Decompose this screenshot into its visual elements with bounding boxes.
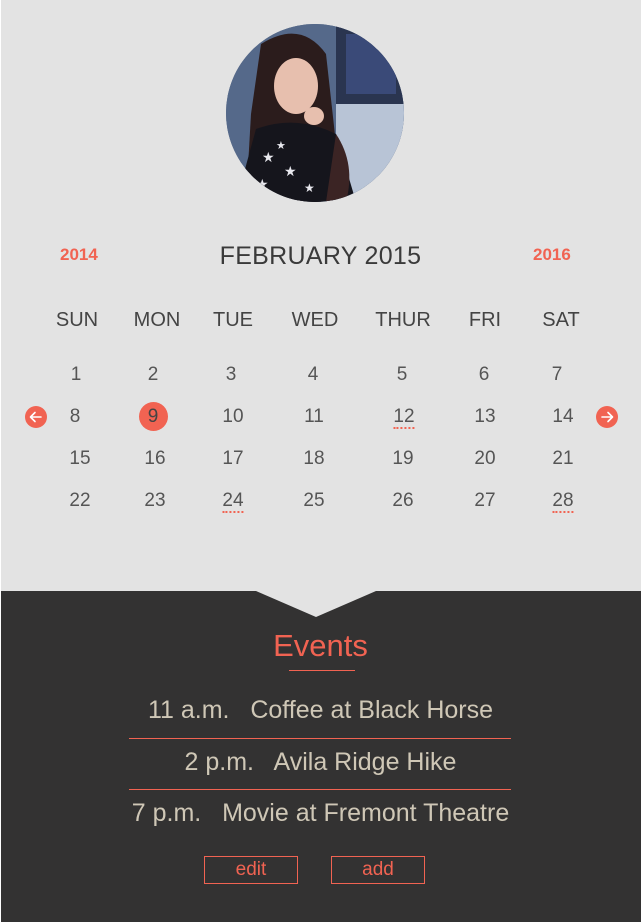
- day-cell[interactable]: 25: [303, 490, 324, 512]
- day-cell[interactable]: 13: [474, 406, 495, 428]
- weekday-tue: TUE: [213, 309, 253, 331]
- day-cell[interactable]: 10: [222, 406, 243, 428]
- event-divider: [129, 738, 511, 739]
- day-cell[interactable]: 11: [304, 406, 324, 428]
- day-cell-with-event[interactable]: 28: [552, 491, 574, 513]
- weekday-mon: MON: [133, 309, 181, 331]
- edit-button[interactable]: edit: [204, 856, 298, 884]
- day-cell[interactable]: 14: [552, 406, 573, 428]
- event-item[interactable]: 11 a.m. Coffee at Black Horse: [0, 696, 641, 725]
- events-title-underline: [289, 670, 355, 671]
- day-cell[interactable]: 8: [70, 406, 81, 428]
- day-cell[interactable]: 3: [226, 364, 237, 386]
- event-time: 2 p.m.: [184, 748, 255, 776]
- events-title: Events: [273, 628, 368, 663]
- day-cell[interactable]: 16: [144, 448, 165, 470]
- day-cell[interactable]: 1: [71, 364, 82, 386]
- panel-notch: [256, 591, 376, 617]
- weekday-sun: SUN: [55, 309, 99, 331]
- day-cell[interactable]: 23: [144, 490, 165, 512]
- svg-text:★: ★: [304, 181, 315, 195]
- next-month-button[interactable]: [596, 406, 618, 428]
- event-name: Movie at Fremont Theatre: [222, 799, 510, 827]
- weekday-wed: WED: [291, 309, 339, 331]
- day-cell[interactable]: 5: [397, 364, 408, 386]
- arrow-left-icon: [29, 411, 42, 423]
- day-cell[interactable]: 20: [474, 448, 495, 470]
- day-cell[interactable]: 22: [69, 490, 90, 512]
- next-year-button[interactable]: 2016: [533, 245, 571, 265]
- day-cell[interactable]: 2: [148, 364, 159, 386]
- day-cell[interactable]: 4: [308, 364, 319, 386]
- weekday-fri: FRI: [468, 309, 502, 331]
- prev-month-button[interactable]: [25, 406, 47, 428]
- weekday-sat: SAT: [542, 309, 580, 331]
- svg-text:★: ★: [262, 149, 275, 165]
- arrow-right-icon: [601, 411, 614, 423]
- calendar-app: ★ ★ ★ ★ ★ 2014 FEBRUARY 2015 2016 SUN MO…: [0, 0, 641, 922]
- day-cell-with-event[interactable]: 24: [222, 491, 244, 513]
- day-cell[interactable]: 21: [552, 448, 573, 470]
- event-item[interactable]: 7 p.m. Movie at Fremont Theatre: [0, 799, 641, 828]
- event-item[interactable]: 2 p.m. Avila Ridge Hike: [0, 748, 641, 777]
- event-time: 11 a.m.: [147, 696, 230, 724]
- svg-text:★: ★: [276, 140, 286, 152]
- add-button[interactable]: add: [331, 856, 425, 884]
- event-name: Coffee at Black Horse: [250, 696, 494, 724]
- event-name: Avila Ridge Hike: [273, 748, 457, 776]
- weekday-thur: THUR: [375, 309, 431, 331]
- svg-text:★: ★: [284, 163, 297, 179]
- day-cell-with-event[interactable]: 12: [393, 407, 415, 429]
- event-time: 7 p.m.: [131, 799, 202, 827]
- day-cell[interactable]: 19: [392, 448, 413, 470]
- day-cell[interactable]: 6: [479, 364, 490, 386]
- day-cell[interactable]: 7: [552, 364, 563, 386]
- day-cell-selected[interactable]: 9: [148, 406, 159, 428]
- event-divider: [129, 789, 511, 790]
- day-cell[interactable]: 15: [69, 448, 90, 470]
- day-cell[interactable]: 18: [303, 448, 324, 470]
- day-cell[interactable]: 26: [392, 490, 413, 512]
- day-cell[interactable]: 17: [222, 448, 243, 470]
- avatar: ★ ★ ★ ★ ★: [226, 24, 404, 202]
- day-cell[interactable]: 27: [474, 490, 495, 512]
